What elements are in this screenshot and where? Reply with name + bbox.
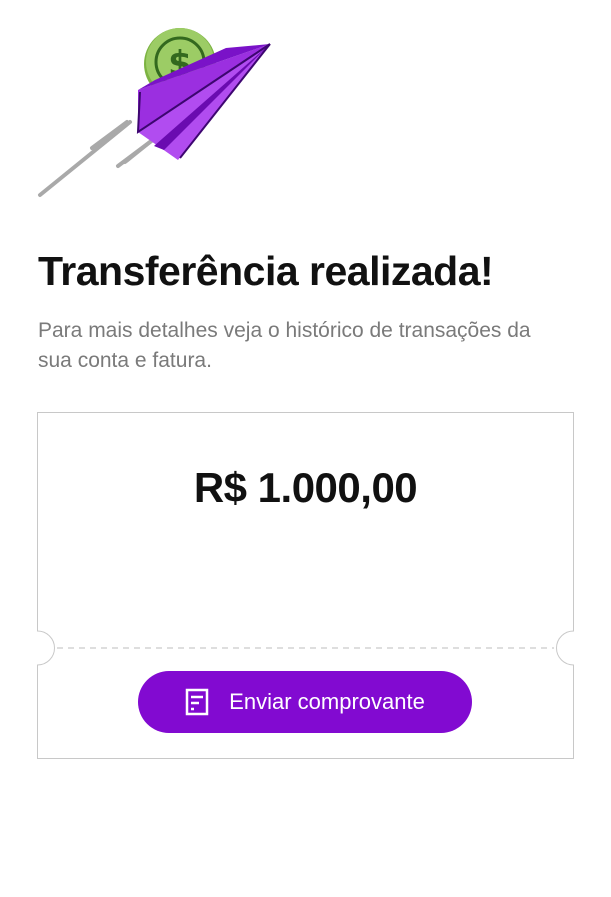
receipt-icon — [185, 688, 209, 716]
receipt-card: R$ 1.000,00 Enviar comprovante — [37, 412, 574, 759]
transfer-amount: R$ 1.000,00 — [193, 464, 418, 511]
page-subtitle: Para mais detalhes veja o histórico de t… — [38, 319, 531, 372]
page-title: Transferência realizada! — [38, 248, 494, 294]
send-receipt-button[interactable]: Enviar comprovante — [138, 671, 472, 733]
paper-plane-money-icon: $ — [30, 20, 280, 210]
send-receipt-label: Enviar comprovante — [229, 689, 425, 714]
